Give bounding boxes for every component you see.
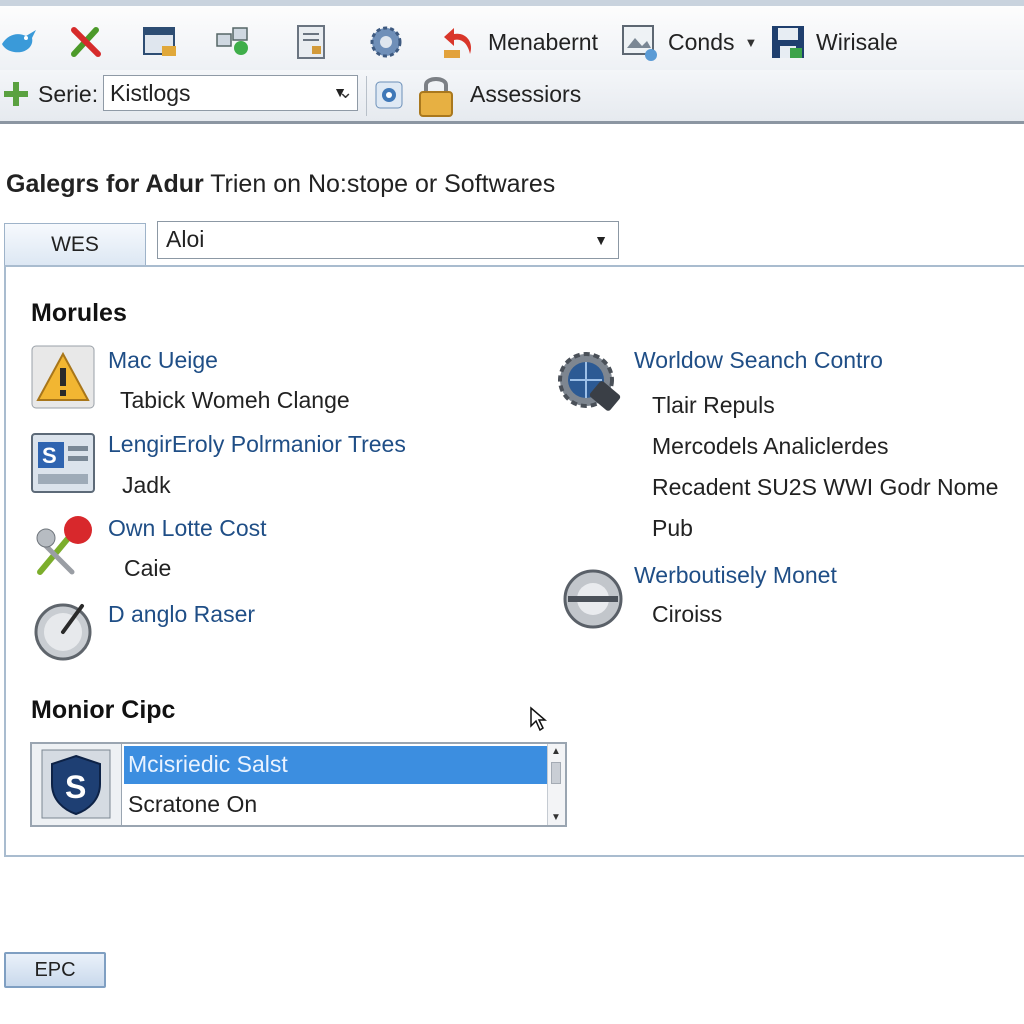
tab-wes[interactable]: WES <box>4 223 146 267</box>
network-icon <box>216 27 248 55</box>
module-link-d-anglo-raser[interactable]: D anglo Raser <box>108 601 255 628</box>
monitor-heading: Monior Cipc <box>31 696 176 724</box>
module-sub-text: Tlair Repuls <box>652 392 775 418</box>
delete-button[interactable] <box>66 18 106 66</box>
wirisale-button[interactable]: Wirisale <box>768 18 898 66</box>
image-icon <box>622 25 657 61</box>
bird-icon <box>2 30 36 53</box>
undo-arrow-icon <box>444 28 472 58</box>
globe-gear-icon <box>558 352 621 411</box>
chevron-down-icon: ▼ <box>594 232 608 248</box>
menabernt-label: Menabernt <box>488 28 598 55</box>
scroll-up-icon[interactable]: ▲ <box>551 746 561 757</box>
serie-select-value: Kistlogs <box>110 80 191 106</box>
settings-button[interactable] <box>366 18 406 66</box>
wirisale-label: Wirisale <box>816 28 898 55</box>
list-item[interactable]: Scratone On <box>124 786 548 824</box>
svg-text:S: S <box>65 769 86 805</box>
window-icon <box>143 27 176 56</box>
save-icon <box>772 26 804 58</box>
lock-icon <box>419 77 453 117</box>
listbox-icon-cell: S <box>32 744 122 825</box>
serie-label: Serie: <box>38 81 99 107</box>
s-app-icon: S <box>31 433 95 493</box>
conds-dropdown[interactable]: Conds ▼ <box>620 18 757 66</box>
warning-icon <box>31 345 95 409</box>
module-sub-text: Mercodels Analiclerdes <box>652 433 889 459</box>
module-sub-text: Jadk <box>122 472 171 498</box>
list-item[interactable]: Mcisriedic Salst <box>124 746 548 784</box>
serie-select[interactable]: Kistlogs ▼ <box>103 75 358 111</box>
disc-icon <box>563 569 623 629</box>
assessors-button[interactable]: Assessiors <box>470 81 581 108</box>
module-sub-text: Caie <box>124 555 172 581</box>
expand-chevron-icon[interactable]: ⌄ <box>338 82 353 103</box>
module-sub-text: Ciroiss <box>652 601 723 627</box>
module-sub-text: Recadent SU2S WWI Godr Nome <box>652 474 999 500</box>
epc-button[interactable]: EPC <box>4 952 106 988</box>
gear-icon <box>370 26 402 58</box>
toolbar-divider <box>366 76 367 116</box>
category-select[interactable]: Aloi ▼ <box>157 221 619 259</box>
monitor-listbox[interactable]: S Mcisriedic Salst Scratone On ▲ ▼ <box>30 742 567 827</box>
document-icon <box>297 25 325 59</box>
mouse-cursor-icon <box>530 706 547 732</box>
gauge-icon <box>34 603 92 661</box>
scroll-down-icon[interactable]: ▼ <box>551 812 561 823</box>
svg-text:S: S <box>42 443 57 468</box>
info-icon[interactable] <box>374 80 404 110</box>
module-link-own-lotte-cost[interactable]: Own Lotte Cost <box>108 515 267 542</box>
scroll-thumb[interactable] <box>551 762 561 784</box>
filter-toolbar: Serie: Kistlogs ▼ ⌄ Assessiors <box>0 70 1024 124</box>
page-title-bold: Galegrs for Adur <box>6 170 204 198</box>
module-link-mac-ueige[interactable]: Mac Ueige <box>108 347 218 374</box>
module-sub-text: Pub <box>652 515 693 541</box>
window-button[interactable] <box>140 18 180 66</box>
chevron-down-icon: ▼ <box>744 34 758 50</box>
network-button[interactable] <box>213 18 253 66</box>
bird-button[interactable] <box>0 18 40 66</box>
red-x-icon <box>71 27 101 57</box>
category-select-value: Aloi <box>166 226 205 252</box>
page-title: Galegrs for Adur Trien on No:stope or So… <box>6 170 555 199</box>
main-toolbar: Menabernt Conds ▼ Wirisale <box>0 0 1024 70</box>
conds-label: Conds <box>668 28 735 55</box>
modules-heading: Morules <box>31 299 127 327</box>
pin-tool-icon <box>36 516 92 575</box>
vertical-scrollbar[interactable]: ▲ ▼ <box>547 744 565 825</box>
module-link-werboutisely[interactable]: Werboutisely Monet <box>634 562 837 589</box>
document-button[interactable] <box>292 18 332 66</box>
shield-icon: S <box>41 749 111 819</box>
plus-node-icon <box>4 82 28 106</box>
menabernt-button[interactable]: Menabernt <box>440 18 598 66</box>
page-title-rest: Trien on No:stope or Softwares <box>203 170 556 198</box>
module-link-lengireroly[interactable]: LengirEroly Polrmanior Trees <box>108 431 406 458</box>
module-sub-text: Tabick Womeh Clange <box>120 387 350 413</box>
module-link-worldow-seanch[interactable]: Worldow Seanch Contro <box>634 347 883 374</box>
